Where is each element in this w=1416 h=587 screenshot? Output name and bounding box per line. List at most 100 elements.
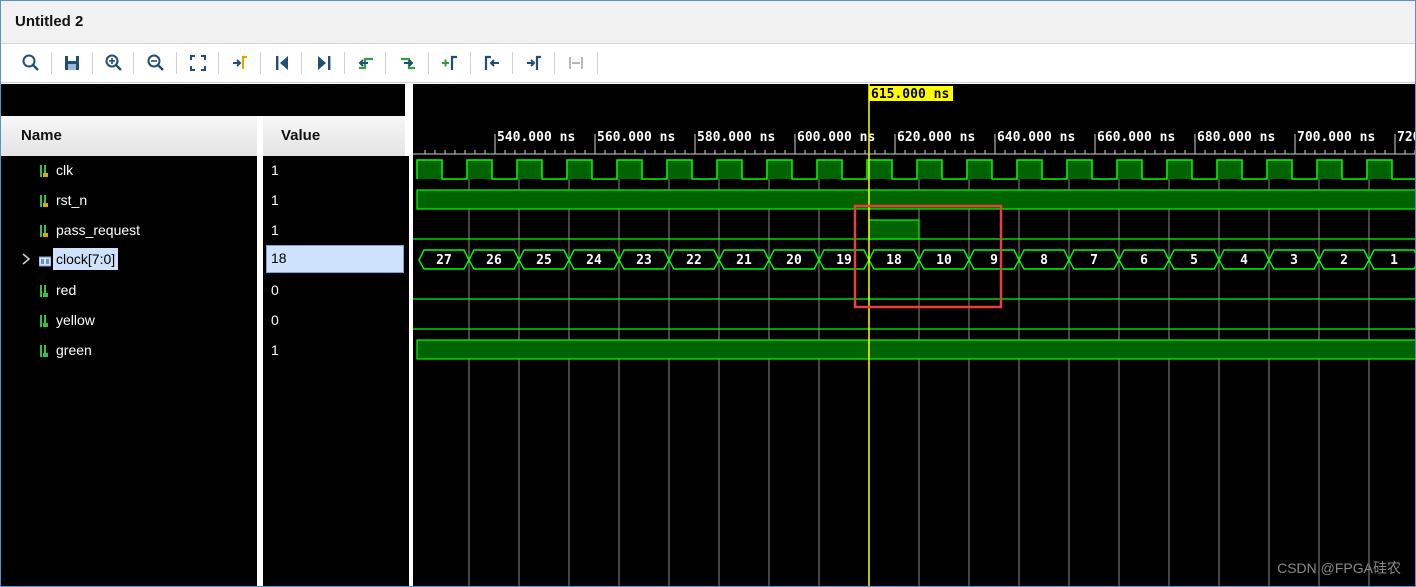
signal-row-rst_n[interactable]: rst_n [1,186,257,216]
clk-high-fill [667,160,692,179]
waveform-canvas[interactable]: 540.000 ns 560.000 ns 580.000 ns 600.000 ns… [413,84,1416,587]
clk-high-fill [917,160,942,179]
bus-value-label: 7 [1090,253,1098,268]
name-column-header[interactable]: Name [1,116,257,157]
clk-high-fill [517,160,542,179]
signal-bit-icon [40,345,48,357]
clk-high-fill [617,160,642,179]
timeline-tick-label: 600.000 ns [797,130,875,145]
clk-high-fill [867,160,892,179]
timeline-tick-label: 620.000 ns [897,130,975,145]
waveform-window: Untitled 2 Name Value clk rst_n pass_req… [0,0,1416,587]
title-bar: Untitled 2 [1,1,1415,44]
signal-row-clk[interactable]: clk [1,156,257,186]
zoom-in-icon[interactable] [100,50,128,76]
clk-high-fill [567,160,592,179]
bus-value-label: 9 [990,253,998,268]
swap-cursors-icon[interactable] [562,50,590,76]
bus-value-label: 20 [786,253,802,268]
timeline-tick-label: 720 [1397,130,1416,145]
signal-bus-icon [39,256,51,267]
clk-high-fill [1317,160,1342,179]
timeline-tick-label: 580.000 ns [697,130,775,145]
bus-value-label: 6 [1140,253,1148,268]
signal-row-green[interactable]: green [1,336,257,366]
cursor-time-label: 615.000 ns [871,87,949,102]
value-column-header[interactable]: Value [263,116,405,157]
clk-high-fill [767,160,792,179]
clk-waveform [416,159,1415,180]
go-to-cursor-icon[interactable] [226,50,254,76]
clk-high-fill [1267,160,1292,179]
toolbar [1,44,1415,83]
bus-value-label: 3 [1290,253,1298,268]
zoom-out-icon[interactable] [142,50,170,76]
bus-value-label: 23 [636,253,652,268]
bus-value-label: 21 [736,253,752,268]
signal-value: 1 [271,342,279,358]
green-high-waveform [416,339,1415,360]
bus-value-label: 8 [1040,253,1048,268]
signal-name: yellow [56,312,95,328]
search-icon[interactable] [17,50,45,76]
window-title: Untitled 2 [15,13,84,30]
signal-name: red [56,282,77,298]
go-to-time-zero-icon[interactable] [268,50,296,76]
signal-value: 0 [271,312,279,328]
watermark: CSDN @FPGA硅农 [1277,560,1401,576]
next-marker-icon[interactable] [520,50,548,76]
signal-list-panel: Name Value clk rst_n pass_request clock[… [1,84,409,586]
clk-high-fill [717,160,742,179]
signal-value: 1 [271,162,279,178]
signal-name-column: clk rst_n pass_request clock[7:0] red ye… [1,156,257,586]
signal-name: pass_request [56,222,141,238]
clk-high-fill [817,160,842,179]
bus-value-label: 26 [486,253,502,268]
save-icon[interactable] [58,50,86,76]
signal-name: green [56,342,92,358]
signal-name: clk [56,162,74,178]
chevron-right-icon[interactable] [21,252,31,266]
signal-name: rst_n [56,192,88,208]
signal-value-column: 1 1 1 18 0 0 1 [263,156,409,586]
bus-value-label: 24 [586,253,602,268]
signal-bit-icon [40,165,48,177]
signal-row-red[interactable]: red [1,276,257,306]
clk-high-fill [1117,160,1142,179]
add-marker-icon[interactable] [436,50,464,76]
next-transition-icon[interactable] [394,50,422,76]
clk-high-fill [467,160,492,179]
signal-row-yellow[interactable]: yellow [1,306,257,336]
signal-bit-icon [40,225,48,237]
clk-high-fill [417,160,442,179]
pass_request-pulse [868,219,920,240]
signal-bit-icon [40,195,48,207]
bus-value-label: 19 [836,253,852,268]
signal-bit-icon [40,315,48,327]
signal-row-pass_request[interactable]: pass_request [1,216,257,246]
clk-high-fill [1017,160,1042,179]
bus-value-label: 22 [686,253,702,268]
zoom-fit-icon[interactable] [184,50,212,76]
clk-high-fill [1167,160,1192,179]
previous-marker-icon[interactable] [478,50,506,76]
clk-high-fill [967,160,992,179]
signal-row-clock[interactable]: clock[7:0] [1,246,257,276]
bus-value-label: 18 [886,253,902,268]
bus-value-label: 4 [1240,253,1248,268]
signal-value: 0 [271,282,279,298]
timeline-tick-label: 680.000 ns [1197,130,1275,145]
bus-value-label: 25 [536,253,552,268]
go-to-last-time-icon[interactable] [310,50,338,76]
timeline-tick-label: 660.000 ns [1097,130,1175,145]
timeline-tick-label: 560.000 ns [597,130,675,145]
previous-transition-icon[interactable] [352,50,380,76]
waveform-panel[interactable]: 540.000 ns 560.000 ns 580.000 ns 600.000 ns… [413,84,1416,587]
bus-value-label: 10 [936,253,952,268]
timeline-tick-label: 640.000 ns [997,130,1075,145]
signal-value: 1 [271,192,279,208]
clk-high-fill [1217,160,1242,179]
signal-value-selected[interactable]: 18 [266,245,404,273]
clk-high-fill [1367,160,1392,179]
timeline-tick-label: 540.000 ns [497,130,575,145]
